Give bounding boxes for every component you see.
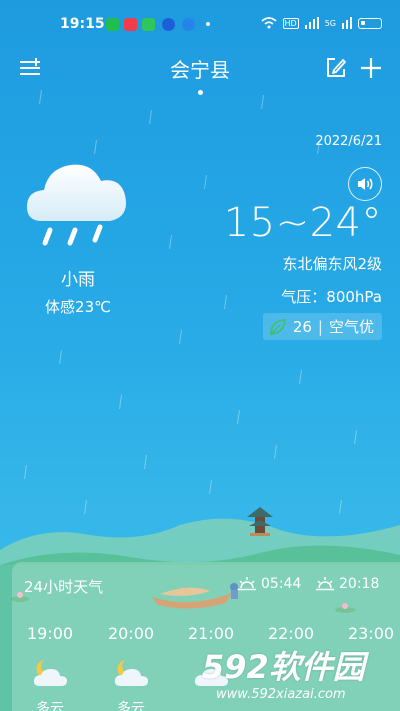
game-app-icon <box>142 18 155 31</box>
temperature-range: 15~24° <box>223 200 382 246</box>
browser-icon <box>162 18 175 31</box>
sunrise-icon <box>238 577 256 591</box>
hour-label: 19:00 <box>26 624 74 643</box>
light-rain-icon <box>24 155 132 250</box>
cloudy-night-icon <box>114 660 148 686</box>
speaker-icon[interactable] <box>348 167 382 201</box>
current-date: 2022/6/21 <box>315 134 382 149</box>
sunrise: 05:44 <box>238 576 301 592</box>
sunset-time: 20:18 <box>339 576 380 592</box>
hour-condition: 多云 <box>36 701 64 711</box>
app-header: 会宁县 <box>0 50 400 95</box>
aqi-label: 空气优 <box>328 318 374 336</box>
edit-icon[interactable] <box>322 54 350 82</box>
hour-condition: 多云 <box>117 701 145 711</box>
feels-like: 体感23℃ <box>45 298 111 316</box>
pressure-info: 气压：800hPa <box>281 288 382 306</box>
leaf-icon <box>269 318 286 335</box>
page-indicator <box>198 90 203 95</box>
video-app-icon <box>124 18 137 31</box>
network-type: 5G <box>324 18 336 28</box>
battery-icon <box>358 17 382 29</box>
hd-badge: HD <box>282 17 299 29</box>
watermark: 592软件园 www.592xiazai.com <box>196 638 400 711</box>
signal-icon-2 <box>342 17 352 29</box>
sunset-icon <box>316 577 334 591</box>
add-icon[interactable] <box>357 54 385 82</box>
status-time: 19:15 <box>60 16 105 32</box>
watermark-brand: 592软件园 <box>202 648 365 686</box>
cloudy-night-icon <box>33 660 67 686</box>
wind-info: 东北偏东风2级 <box>282 255 382 273</box>
sunrise-time: 05:44 <box>261 576 302 592</box>
watermark-url: www.592xiazai.com <box>216 687 346 702</box>
wifi-icon <box>260 17 277 29</box>
wechat-icon <box>106 18 119 31</box>
weather-condition: 小雨 <box>61 270 95 290</box>
more-notifications-icon <box>206 22 210 26</box>
message-icon <box>182 18 195 31</box>
sunset: 20:18 <box>316 576 379 592</box>
hour-label: 20:00 <box>107 624 155 643</box>
aqi-value: 26 <box>292 317 312 336</box>
hourly-title: 24小时天气 <box>24 578 104 596</box>
aqi-separator: | <box>317 317 323 336</box>
signal-icon <box>304 17 319 29</box>
status-bar: 19:15 HD 5G <box>0 0 400 50</box>
aqi-badge[interactable]: 26 | 空气优 <box>262 313 382 340</box>
